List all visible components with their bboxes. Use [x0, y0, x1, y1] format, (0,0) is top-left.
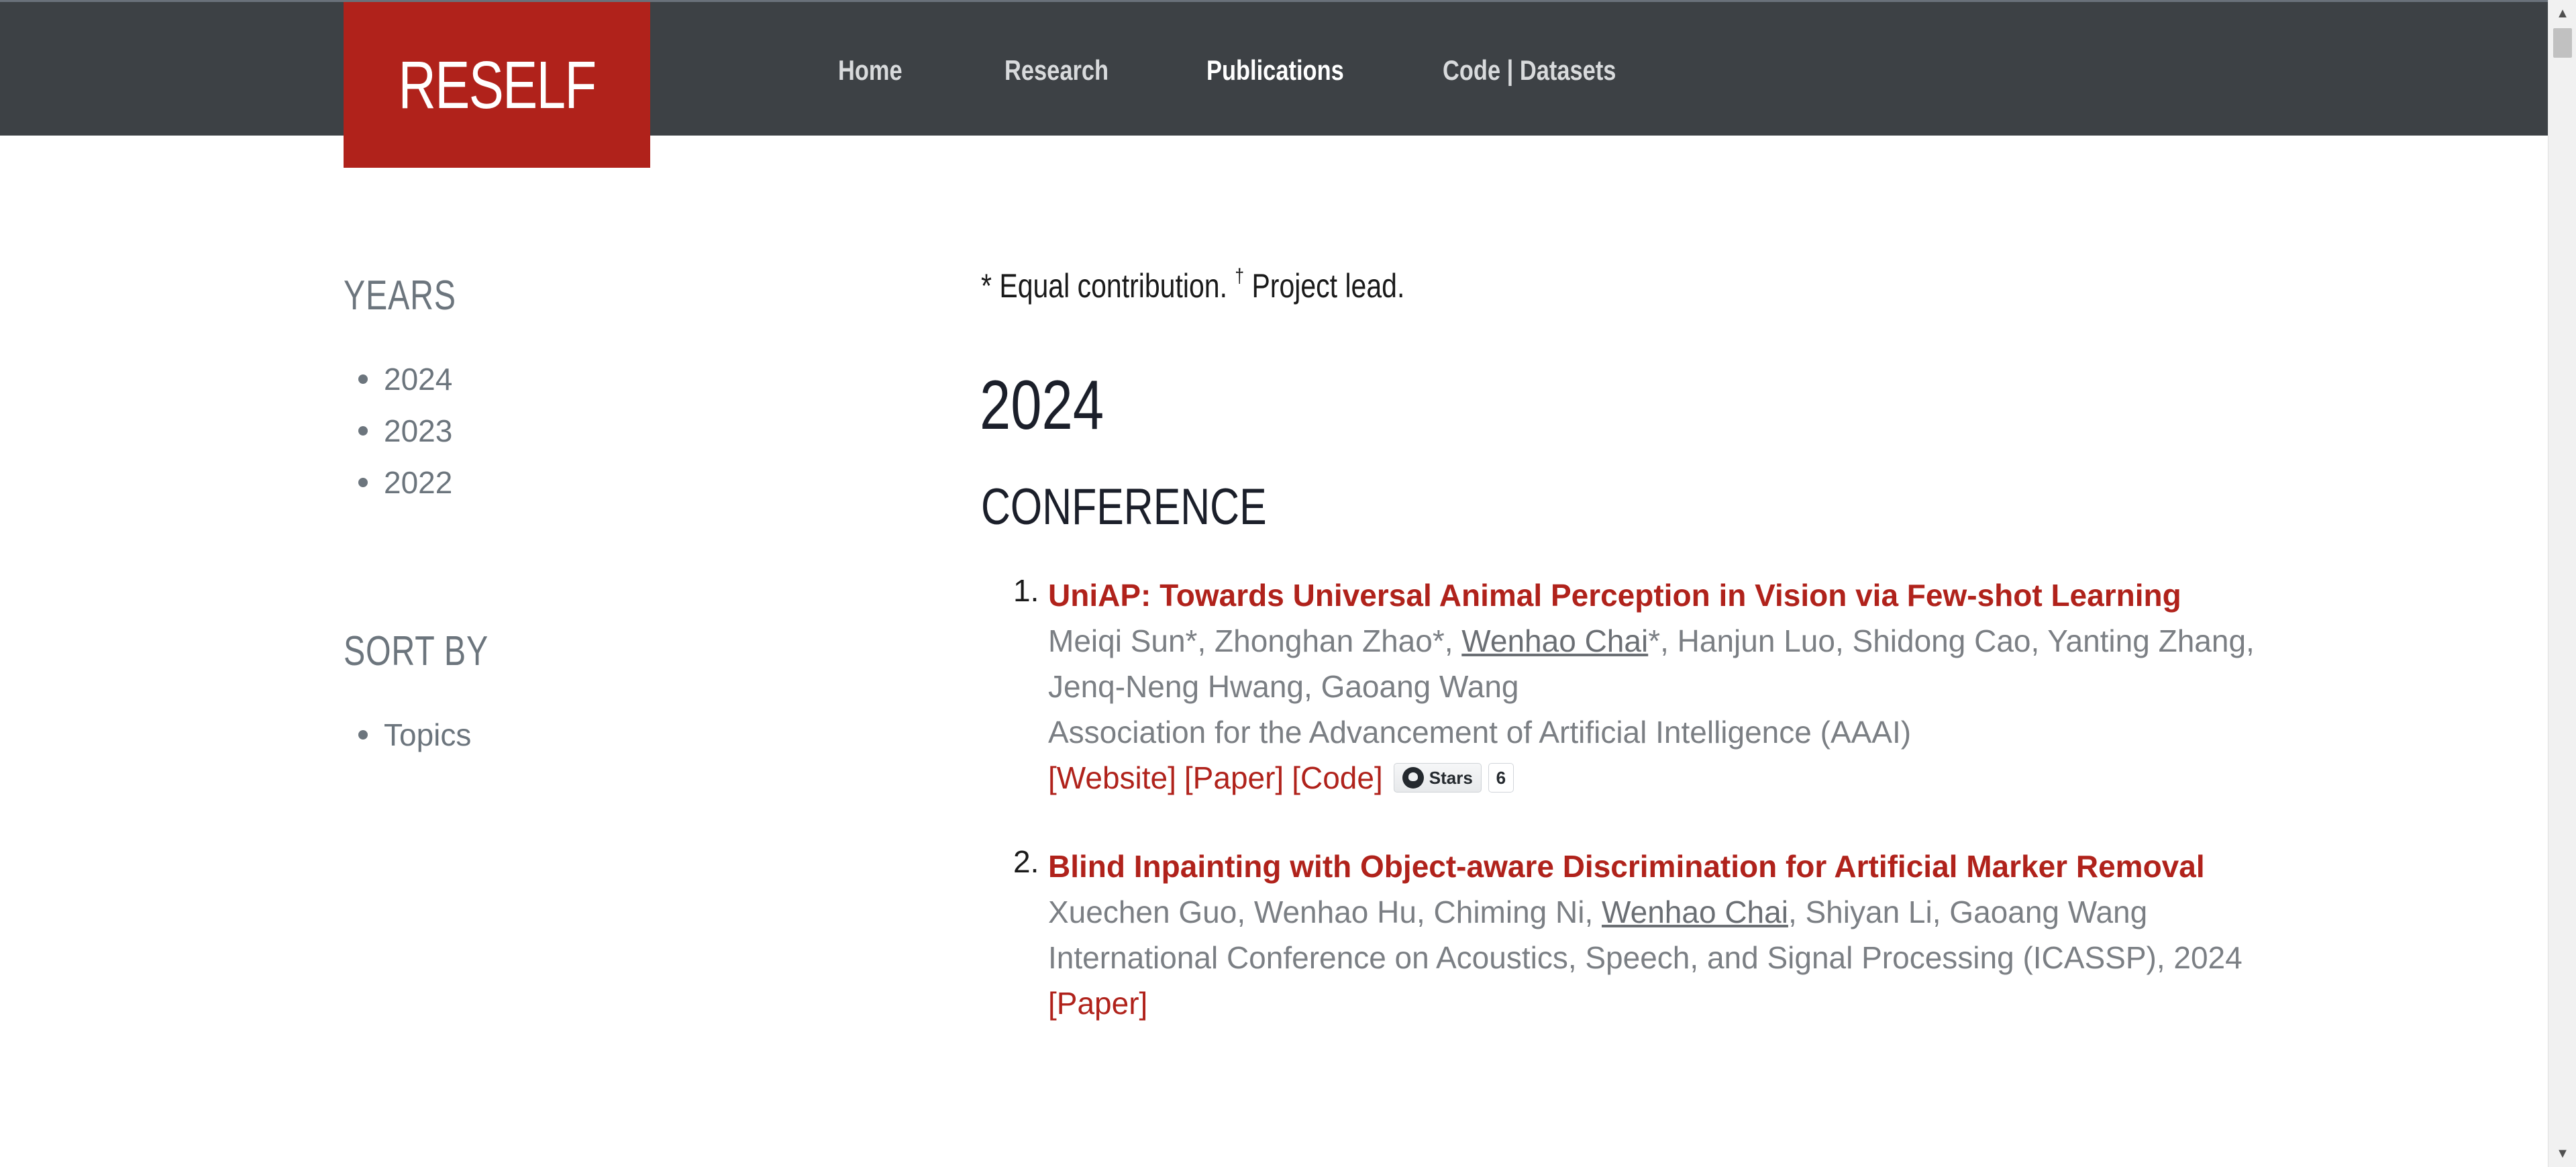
publication-number: 1. [1013, 573, 1039, 608]
bullet-icon [358, 374, 368, 384]
year-link-label: 2023 [384, 413, 453, 448]
publication-body: Blind Inpainting with Object-aware Discr… [1048, 844, 2283, 1026]
github-icon [1402, 767, 1424, 789]
github-stars-count[interactable]: 6 [1488, 763, 1514, 793]
publication-title-link[interactable]: UniAP: Towards Universal Animal Percepti… [1048, 572, 2283, 618]
authors-after: *, Hanjun Luo, Shidong Cao, Yanting Zhan… [1648, 623, 2255, 658]
code-link[interactable]: [Code] [1292, 755, 1383, 801]
bullet-icon [358, 425, 368, 436]
nav-research[interactable]: Research [1004, 54, 1109, 87]
scroll-thumb[interactable] [2553, 28, 2572, 58]
note-equal: * Equal contribution. [981, 267, 1227, 305]
publication-links: [Paper] [1048, 980, 2283, 1026]
scroll-down-arrow-icon[interactable]: ▼ [2548, 1140, 2576, 1167]
year-link-2022[interactable]: 2022 [358, 456, 452, 508]
author-self-link[interactable]: Wenhao Chai [1461, 623, 1648, 658]
github-stars-button[interactable]: Stars [1393, 763, 1482, 793]
year-link-2024[interactable]: 2024 [358, 353, 452, 405]
publication-body: UniAP: Towards Universal Animal Percepti… [1048, 572, 2283, 801]
publication-venue: International Conference on Acoustics, S… [1048, 940, 2243, 975]
paper-link[interactable]: [Paper] [1184, 755, 1284, 801]
sort-by-heading: SORT BY [344, 628, 488, 674]
sort-option-topics[interactable]: Topics [358, 709, 471, 760]
authors-before: Meiqi Sun*, Zhonghan Zhao*, [1048, 623, 1462, 658]
publication-authors-cont: Jenq-Neng Hwang, Gaoang Wang [1048, 669, 1519, 704]
site-logo[interactable]: RESELF [344, 2, 650, 168]
contribution-note: * Equal contribution. † Project lead. [981, 265, 1404, 305]
bullet-icon [358, 477, 368, 487]
publication-authors: Xuechen Guo, Wenhao Hu, Chiming Ni, Wenh… [1048, 889, 2283, 935]
github-stars-widget: Stars 6 [1393, 763, 1514, 793]
publication-authors: Meiqi Sun*, Zhonghan Zhao*, Wenhao Chai*… [1048, 618, 2283, 664]
sort-option-label: Topics [384, 717, 472, 752]
year-heading: 2024 [980, 366, 1104, 444]
publication-venue: Association for the Advancement of Artif… [1048, 715, 1912, 750]
note-lead: Project lead. [1251, 267, 1405, 305]
nav-publications[interactable]: Publications [1206, 54, 1344, 87]
sort-list: Topics [358, 709, 471, 760]
publication-links: [Website] [Paper] [Code] Stars 6 [1048, 755, 2283, 801]
section-heading: CONFERENCE [981, 478, 1267, 536]
year-link-label: 2022 [384, 464, 453, 500]
note-dagger: † [1235, 265, 1245, 287]
authors-after: , Shiyan Li, Gaoang Wang [1788, 895, 2148, 929]
nav-code-datasets[interactable]: Code | Datasets [1443, 54, 1616, 87]
site-logo-text: RESELF [398, 47, 597, 123]
years-list: 2024 2023 2022 [358, 353, 452, 508]
bullet-icon [358, 729, 368, 740]
github-stars-label: Stars [1429, 768, 1473, 788]
publication-number: 2. [1013, 844, 1039, 879]
website-link[interactable]: [Website] [1048, 755, 1176, 801]
years-heading: YEARS [344, 272, 456, 319]
authors-before: Xuechen Guo, Wenhao Hu, Chiming Ni, [1048, 895, 1602, 929]
page-scrollbar[interactable]: ▲ ▼ [2548, 0, 2576, 1167]
nav-home[interactable]: Home [838, 54, 903, 87]
year-link-2023[interactable]: 2023 [358, 405, 452, 456]
author-self-link[interactable]: Wenhao Chai [1602, 895, 1788, 929]
scroll-up-arrow-icon[interactable]: ▲ [2548, 0, 2576, 27]
year-link-label: 2024 [384, 361, 453, 397]
paper-link[interactable]: [Paper] [1048, 980, 1147, 1026]
publication-title-link[interactable]: Blind Inpainting with Object-aware Discr… [1048, 844, 2283, 889]
